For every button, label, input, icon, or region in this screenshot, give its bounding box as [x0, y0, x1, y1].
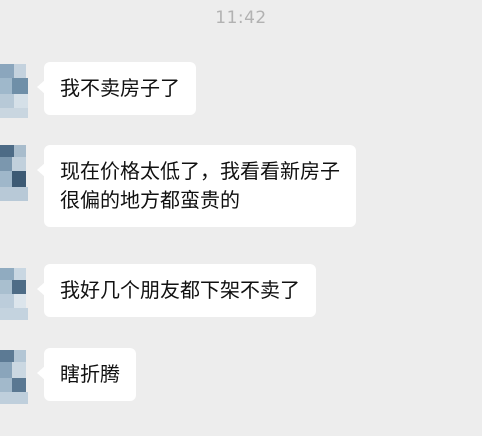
message-text-line: 很偏的地方都蛮贵的	[60, 188, 240, 212]
sender-avatar[interactable]	[0, 145, 30, 203]
message-text-line: 现在价格太低了，我看看新房子	[60, 159, 340, 183]
chat-view: 11:42 我不卖房子了 现在价格太低了，我看看新房子 很偏的地方都蛮贵的 我好…	[0, 0, 482, 436]
message-text: 我好几个朋友都下架不卖了	[60, 278, 300, 302]
message-bubble[interactable]: 我好几个朋友都下架不卖了	[37, 264, 316, 317]
message-bubble[interactable]: 我不卖房子了	[37, 62, 196, 115]
sender-avatar[interactable]	[0, 348, 30, 406]
sender-avatar[interactable]	[0, 62, 30, 120]
message-text: 我不卖房子了	[60, 76, 180, 100]
message-timestamp: 11:42	[215, 8, 267, 28]
sender-avatar[interactable]	[0, 264, 30, 322]
message-bubble[interactable]: 现在价格太低了，我看看新房子 很偏的地方都蛮贵的	[37, 145, 356, 227]
message-bubble[interactable]: 瞎折腾	[37, 348, 136, 401]
message-text: 瞎折腾	[60, 362, 120, 386]
